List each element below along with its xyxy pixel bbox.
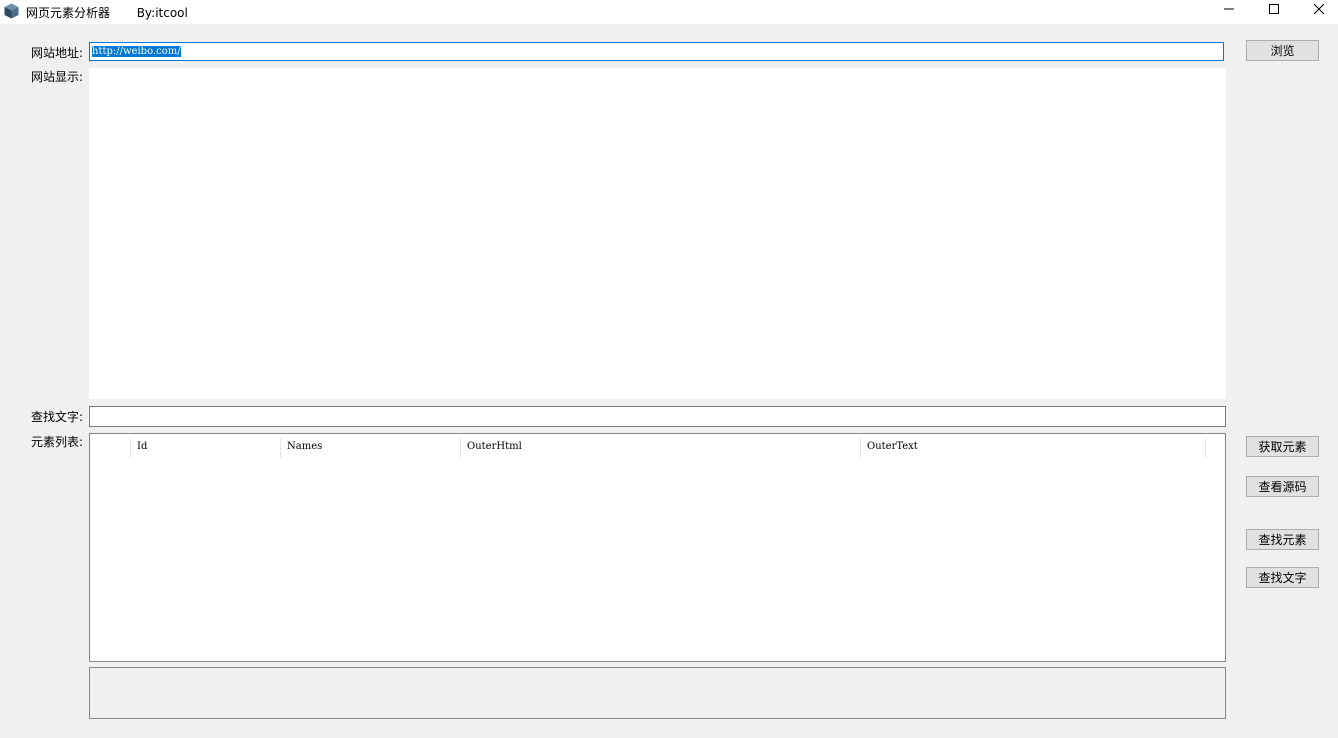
element-grid[interactable]: Id Names OuterHtml OuterText [89, 433, 1226, 662]
url-input-value: http://weibo.com/ [92, 46, 181, 57]
find-text-input[interactable] [89, 406, 1226, 427]
grid-header-names[interactable]: Names [281, 438, 461, 458]
close-button[interactable] [1296, 0, 1338, 18]
window-title: 网页元素分析器 By:itcool [26, 6, 188, 20]
find-text-button[interactable]: 查找文字 [1246, 567, 1319, 588]
display-label: 网站显示: [31, 70, 84, 84]
get-elements-button[interactable]: 获取元素 [1246, 436, 1319, 457]
app-cube-icon [4, 3, 19, 19]
output-box[interactable] [89, 667, 1226, 719]
minimize-icon [1224, 8, 1234, 10]
element-list-label: 元素列表: [31, 435, 84, 449]
maximize-button[interactable] [1251, 0, 1297, 18]
close-icon [1314, 4, 1324, 14]
find-element-button[interactable]: 查找元素 [1246, 529, 1319, 550]
grid-header-outertext[interactable]: OuterText [861, 438, 1206, 458]
grid-header: Id Names OuterHtml OuterText [90, 434, 1225, 460]
grid-header-row-selector[interactable] [90, 438, 131, 458]
title-bar: 网页元素分析器 By:itcool [0, 0, 1338, 24]
browse-button[interactable]: 浏览 [1246, 40, 1319, 61]
url-label: 网站地址: [31, 46, 84, 60]
maximize-icon [1269, 4, 1279, 14]
grid-header-outerhtml[interactable]: OuterHtml [461, 438, 861, 458]
view-source-button[interactable]: 查看源码 [1246, 476, 1319, 497]
minimize-button[interactable] [1206, 0, 1252, 18]
grid-header-id[interactable]: Id [131, 438, 281, 458]
find-text-label: 查找文字: [31, 410, 84, 424]
web-browser-view[interactable] [89, 68, 1226, 399]
url-input[interactable]: http://weibo.com/ [89, 42, 1224, 61]
